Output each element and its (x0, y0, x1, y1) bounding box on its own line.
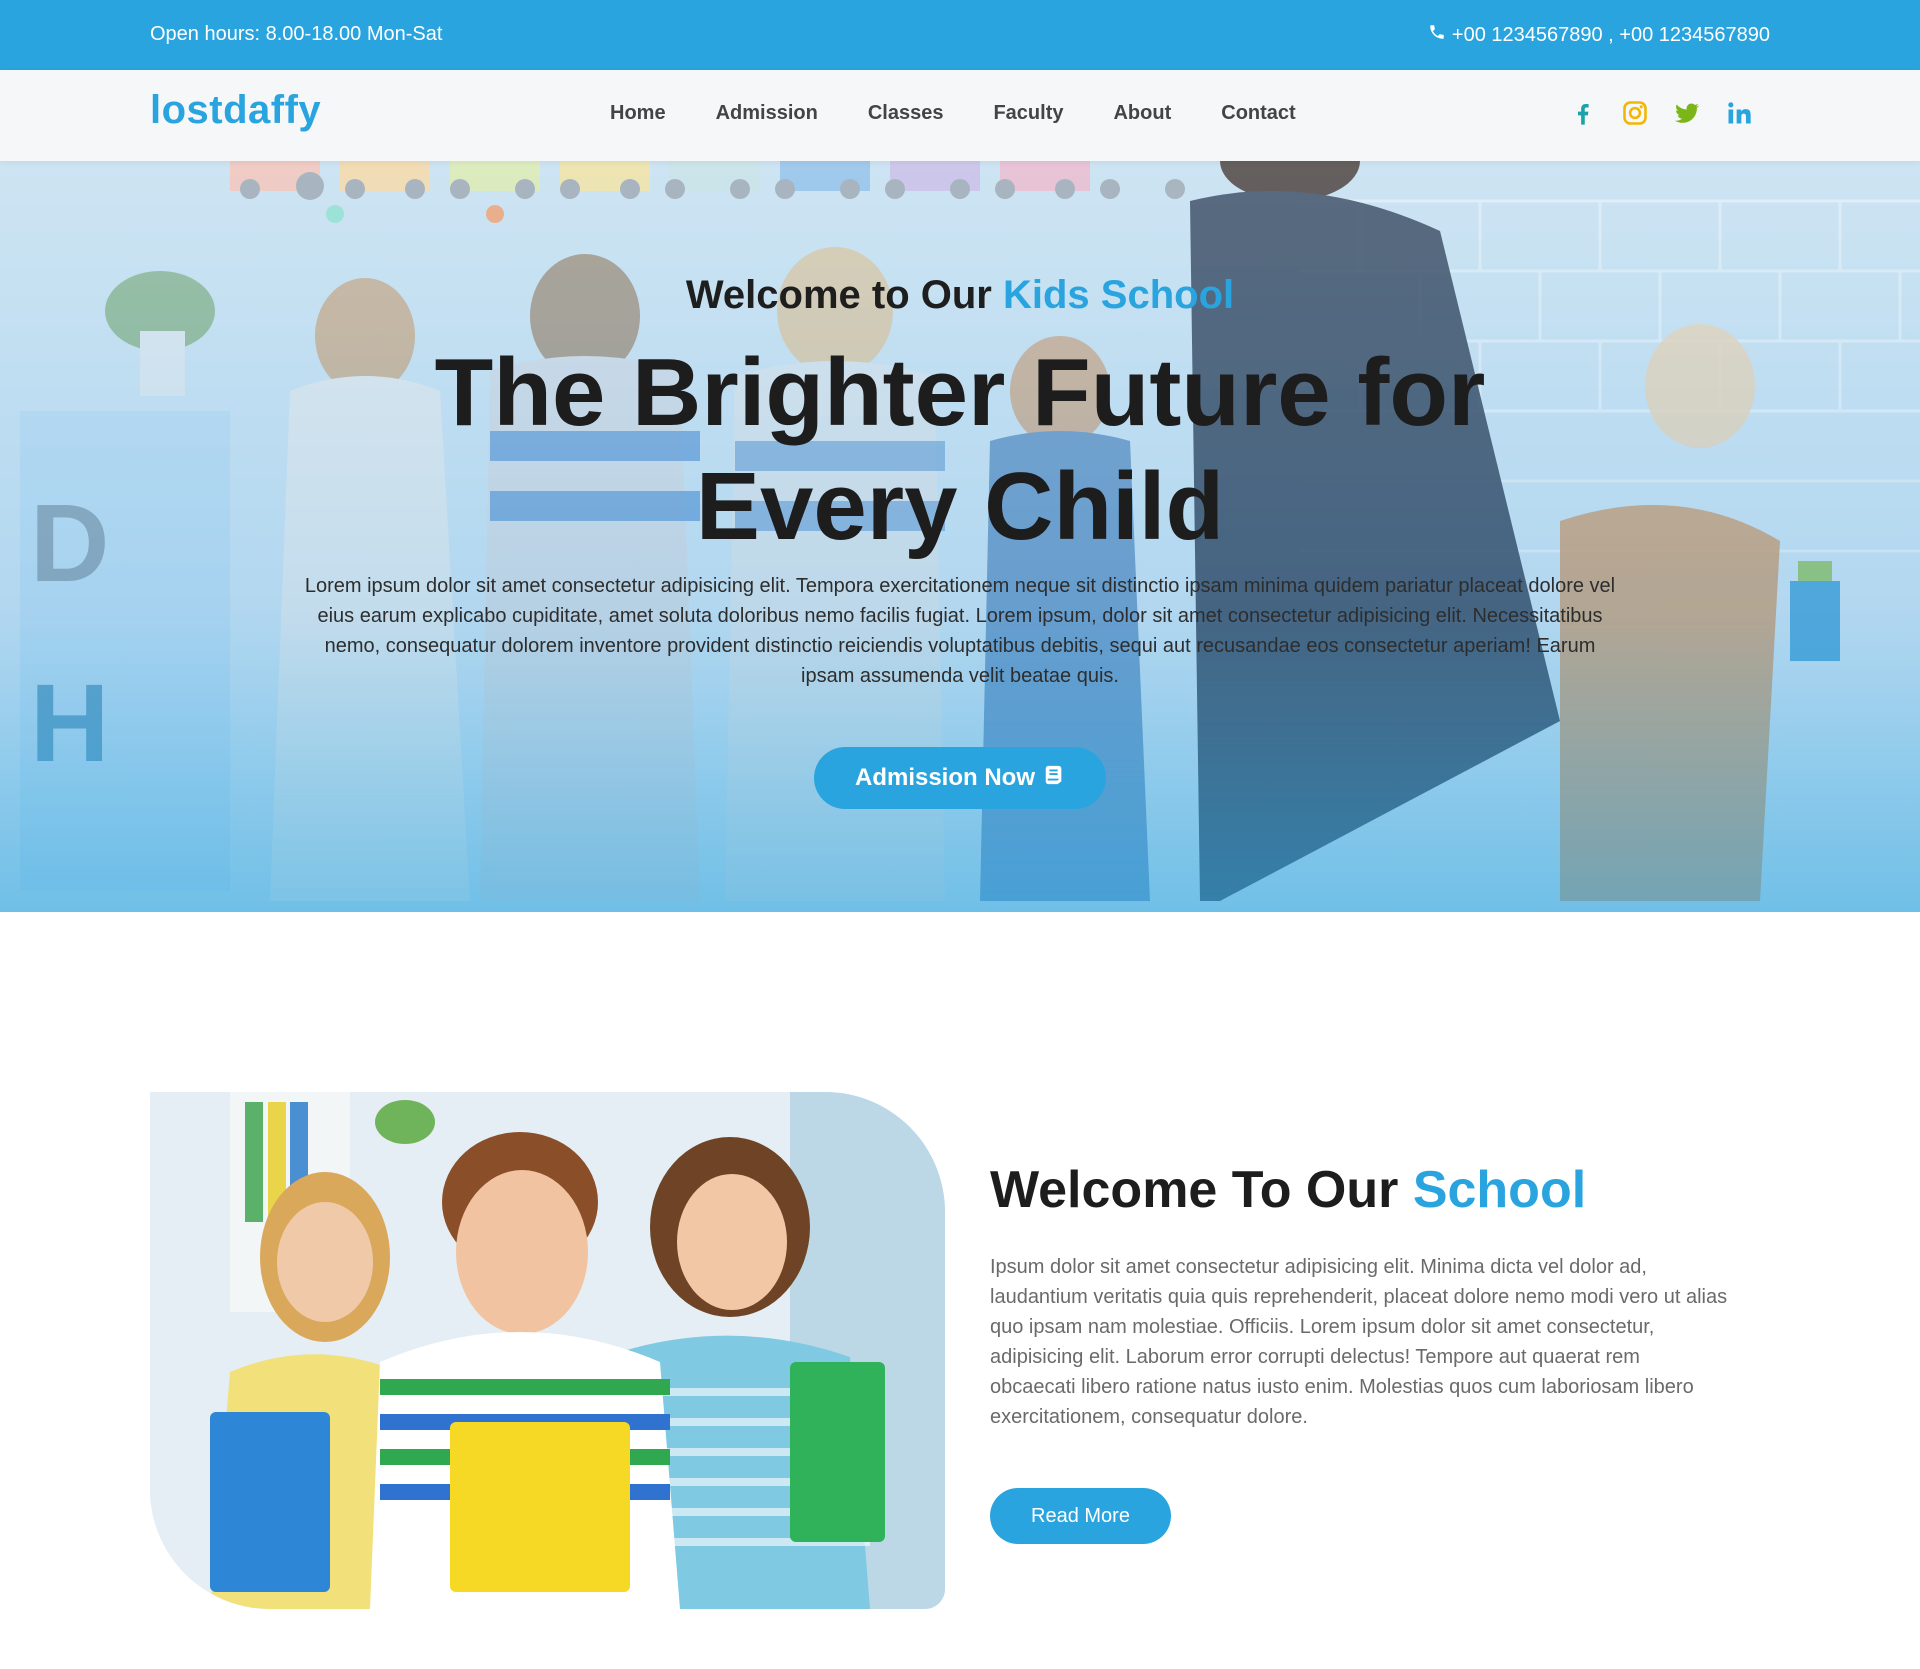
welcome-text: Ipsum dolor sit amet consectetur adipisi… (990, 1256, 1728, 1428)
open-hours: Open hours: 8.00-18.00 Mon-Sat (150, 23, 443, 45)
nav-item-home[interactable]: Home (610, 102, 666, 125)
instagram-icon[interactable] (1620, 98, 1650, 128)
hero-banner: D H (0, 161, 1920, 912)
facebook-icon[interactable] (1568, 98, 1598, 128)
phone-numbers[interactable]: +00 1234567890 , +00 1234567890 (1428, 23, 1770, 47)
top-info-bar: Open hours: 8.00-18.00 Mon-Sat +00 12345… (0, 0, 1920, 70)
twitter-icon[interactable] (1672, 98, 1702, 128)
welcome-title-prefix: Welcome To Our (990, 1161, 1399, 1219)
welcome-title-accent: School (1412, 1161, 1587, 1219)
site-logo[interactable]: lostdaffy (150, 88, 321, 133)
admission-now-label: Admission Now (854, 764, 1035, 791)
welcome-title: Welcome To Our School (990, 1160, 1586, 1220)
nav-item-classes[interactable]: Classes (868, 102, 944, 125)
nav-item-faculty[interactable]: Faculty (993, 102, 1063, 125)
nav-item-admission[interactable]: Admission (716, 102, 818, 125)
nav-menu: Home Admission Classes Faculty About Con… (610, 102, 1346, 125)
linkedin-icon[interactable] (1724, 98, 1754, 128)
admission-now-button[interactable]: Admission Now (814, 747, 1106, 809)
nav-item-contact[interactable]: Contact (1221, 102, 1295, 125)
read-more-button[interactable]: Read More (990, 1488, 1171, 1544)
phone-numbers-text[interactable]: +00 1234567890 , +00 1234567890 (1452, 24, 1770, 47)
hero-lead-text: Lorem ipsum dolor sit amet consectetur a… (304, 575, 1616, 687)
students-photo (150, 1092, 945, 1609)
hero-title: The Brighter Future for Every Child (434, 339, 1486, 560)
social-links (1568, 98, 1754, 128)
nav-item-about[interactable]: About (1113, 102, 1171, 125)
book-icon (1043, 764, 1065, 793)
hero-subtitle-prefix: Welcome to Our (685, 273, 992, 317)
main-navbar: lostdaffy Home Admission Classes Faculty… (0, 70, 1920, 161)
phone-icon (1428, 23, 1446, 47)
hero-subtitle: Welcome to Our Kids School (0, 273, 1920, 318)
hero-subtitle-accent: Kids School (1002, 273, 1235, 317)
